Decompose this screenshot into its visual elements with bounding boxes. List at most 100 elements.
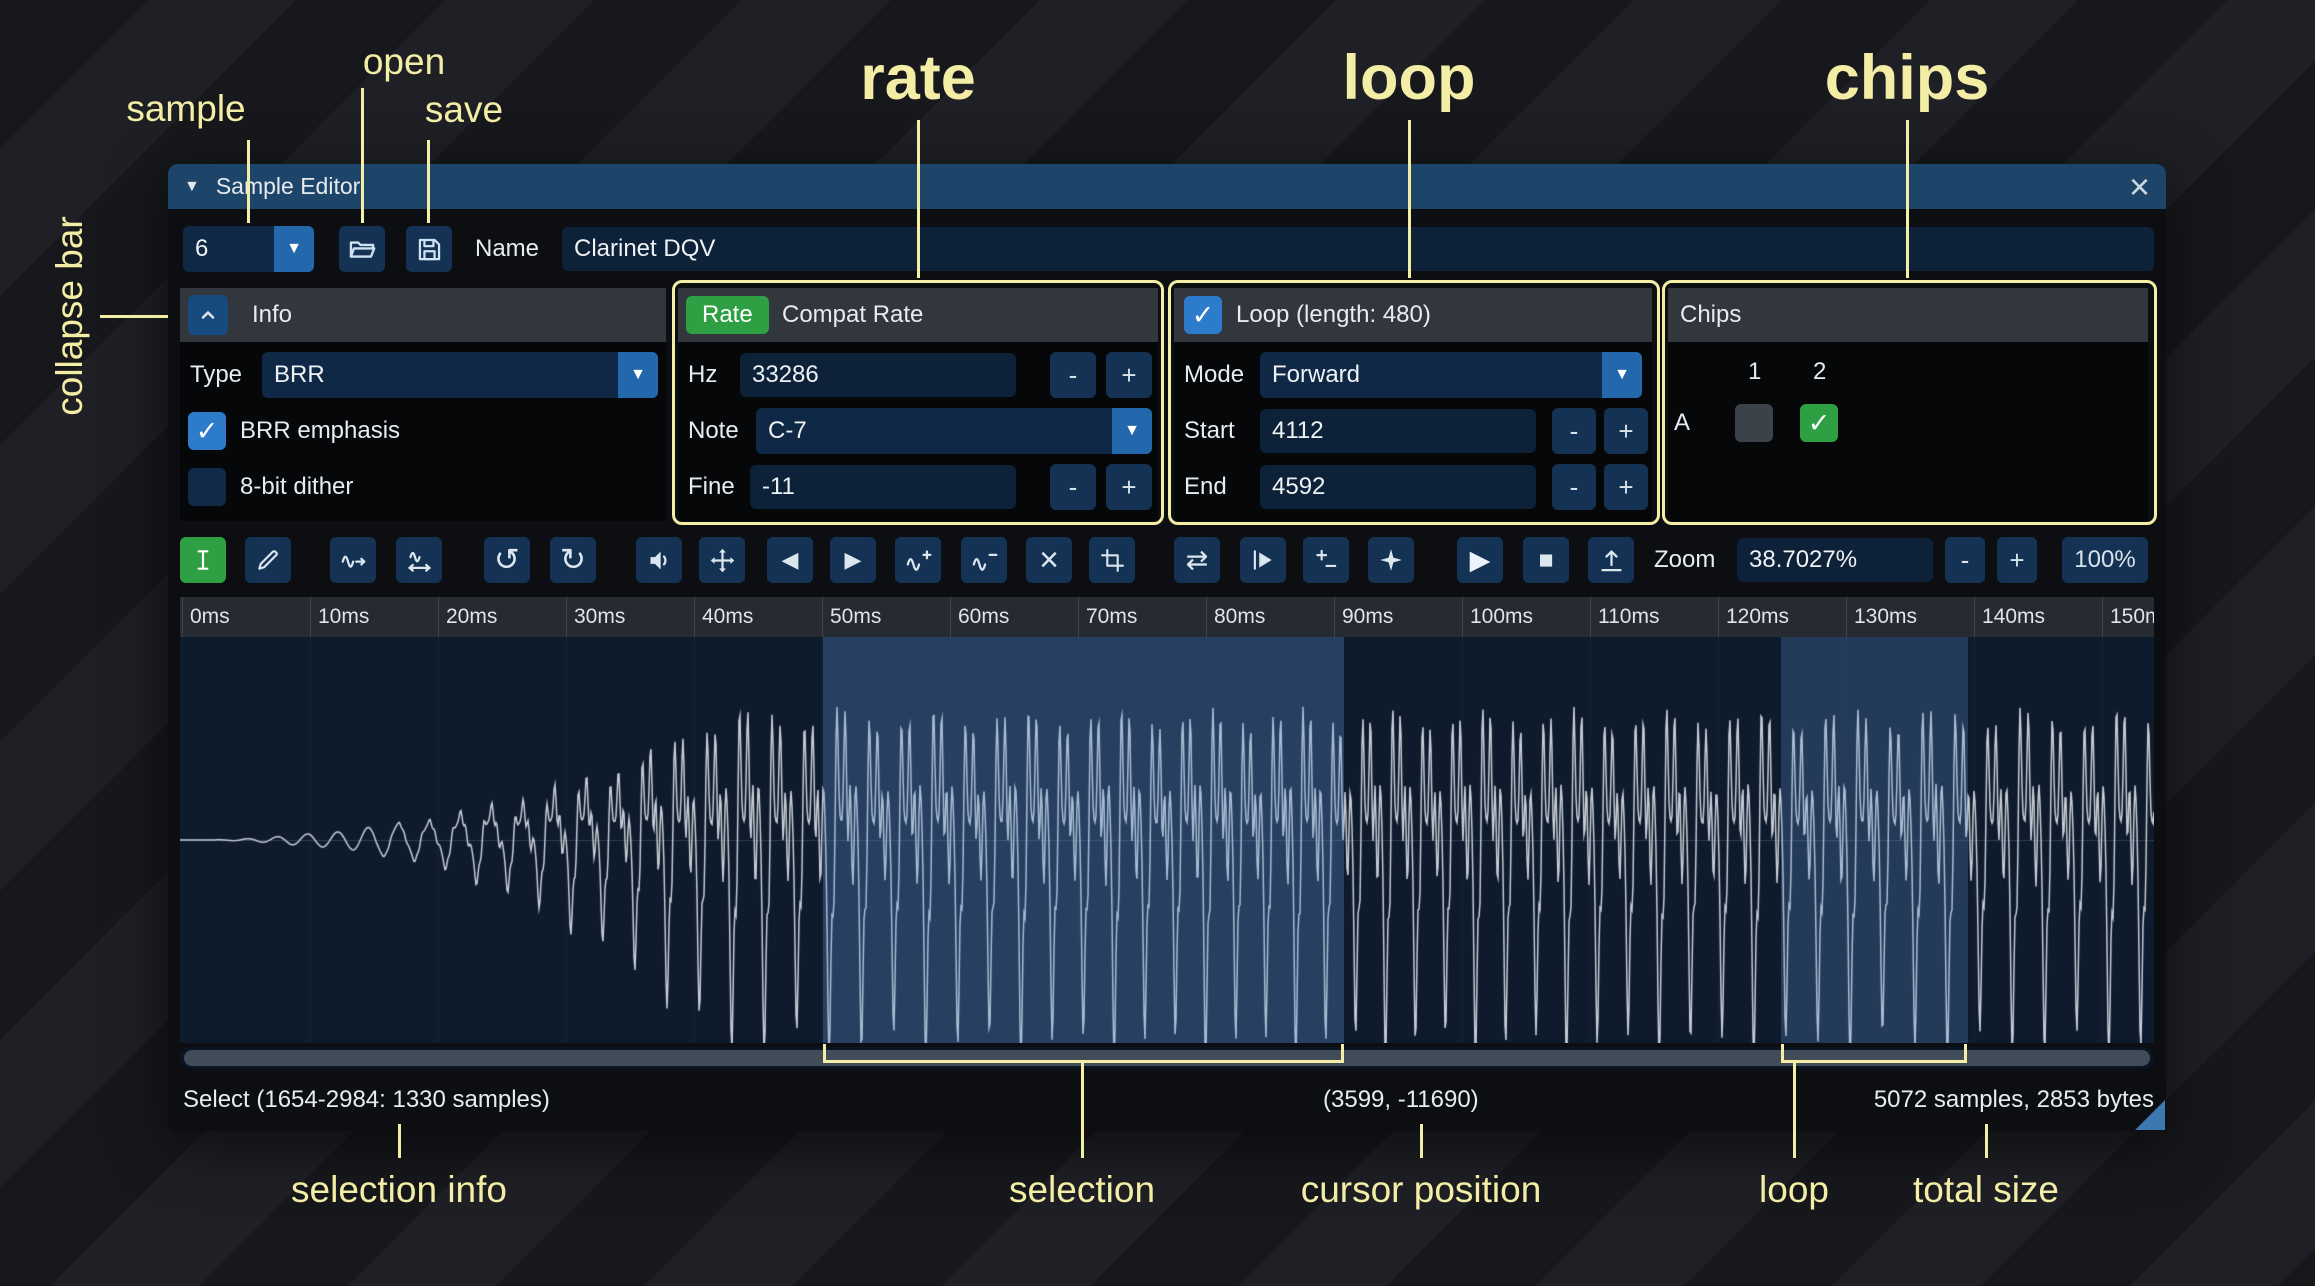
play-forward-button[interactable]: ▶ [830,537,876,583]
titlebar[interactable]: ▼ Sample Editor × [168,164,2166,209]
annotation-line-selection-info [398,1124,401,1158]
insert-silence-button[interactable] [895,537,941,583]
save-button[interactable] [406,226,452,272]
note-select[interactable]: C-7 ▼ [756,408,1152,454]
ruler-label: 60ms [958,605,1009,629]
annotation-line-collapse-bar [100,315,168,318]
zoom-out-button[interactable]: - [1945,537,1985,583]
name-input[interactable]: Clarinet DQV [562,227,2154,271]
hz-plus-button[interactable]: + [1106,352,1152,398]
preview-selection-button[interactable] [1240,537,1286,583]
delete-icon: × [1039,541,1059,580]
chevron-down-icon[interactable]: ▼ [1602,352,1642,398]
redo-button[interactable]: ↻ [550,537,596,583]
sample-selector-value: 6 [183,235,274,263]
chips-header-label: Chips [1680,288,1741,342]
play-bar-icon [1250,547,1276,573]
annotation-total-size: total size [1913,1169,2059,1211]
ruler-tick [1846,597,1847,637]
sample-selector[interactable]: 6 ▼ [183,226,314,272]
loop-start-plus-button[interactable]: + [1604,408,1648,454]
loop-end-input[interactable]: 4592 [1260,465,1536,509]
resize-button[interactable] [330,537,376,583]
dither-checkbox[interactable]: ✓ [188,468,226,506]
time-ruler[interactable]: 0ms10ms20ms30ms40ms50ms60ms70ms80ms90ms1… [180,597,2154,637]
loop-end-plus-button[interactable]: + [1604,464,1648,510]
chevron-up-icon [196,303,220,327]
type-select[interactable]: BRR ▼ [262,352,658,398]
info-section: Info Type BRR ▼ ✓ BRR emphasis ✓ 8-bit d… [180,288,666,521]
select-mode-button[interactable] [180,537,226,583]
rate-section: Rate Compat Rate Hz 33286 - + Note C-7 ▼… [678,288,1158,521]
draw-mode-button[interactable] [245,537,291,583]
hz-input[interactable]: 33286 [740,353,1016,397]
upload-button[interactable] [1588,537,1634,583]
loop-start-minus-button[interactable]: - [1552,408,1596,454]
waveform-scrollbar[interactable] [180,1047,2154,1069]
signed-toggle-button[interactable] [1303,537,1349,583]
collapse-button[interactable] [188,295,228,335]
chevron-down-icon[interactable]: ▼ [274,226,314,272]
annotation-line-rate [917,120,920,278]
zoom-value: 38.7027% [1749,546,1857,574]
fine-minus-button[interactable]: - [1050,464,1096,510]
play-backward-button[interactable]: ◀ [767,537,813,583]
stop-button[interactable]: ■ [1523,537,1569,583]
minus-icon: - [1069,360,1078,391]
chip-a1-checkbox[interactable]: ✓ [1735,404,1773,442]
name-value: Clarinet DQV [574,235,715,263]
annotation-line-chips [1906,120,1909,278]
amplify-button[interactable] [636,537,682,583]
waveform-area[interactable] [180,637,2154,1043]
redo-icon: ↻ [560,542,586,578]
crop-icon [1100,548,1125,573]
info-header[interactable]: Info [180,288,666,342]
ruler-label: 0ms [190,605,230,629]
rate-button[interactable]: Rate [686,296,769,334]
loop-enable-checkbox[interactable]: ✓ [1184,296,1222,334]
forward-icon: ▶ [845,547,862,573]
collapse-triangle-icon[interactable]: ▼ [184,178,200,196]
zoom-input[interactable]: 38.7027% [1737,538,1933,582]
annotation-line-selection [1081,1062,1084,1158]
fine-input[interactable]: -11 [750,465,1016,509]
loop-start-input[interactable]: 4112 [1260,409,1536,453]
brr-emphasis-checkbox[interactable]: ✓ [188,412,226,450]
delete-button[interactable]: × [1026,537,1072,583]
zoom-reset-button[interactable]: 100% [2062,537,2148,583]
chevron-down-icon[interactable]: ▼ [618,352,658,398]
wave-fit-icon [406,547,433,574]
ruler-tick [1462,597,1463,637]
chip-a2-checkbox[interactable]: ✓ [1800,404,1838,442]
ruler-label: 80ms [1214,605,1265,629]
create-wavetable-button[interactable] [1368,537,1414,583]
plus-icon: + [1121,472,1136,503]
play-button[interactable]: ▶ [1457,537,1503,583]
loop-region[interactable] [1781,637,1968,1043]
type-value: BRR [262,361,618,389]
normalize-button[interactable] [699,537,745,583]
close-icon[interactable]: × [2129,169,2150,205]
open-button[interactable] [339,226,385,272]
chevron-down-icon[interactable]: ▼ [1112,408,1152,454]
annotation-cursor-position: cursor position [1301,1169,1542,1211]
hz-minus-button[interactable]: - [1050,352,1096,398]
resample-button[interactable] [396,537,442,583]
ruler-tick [1718,597,1719,637]
zoom-in-button[interactable]: + [1997,537,2037,583]
ruler-tick [310,597,311,637]
apply-silence-button[interactable] [961,537,1007,583]
loop-end-minus-button[interactable]: - [1552,464,1596,510]
check-icon: ✓ [196,418,219,445]
ruler-label: 140ms [1982,605,2045,629]
selection-region[interactable] [823,637,1344,1043]
fine-plus-button[interactable]: + [1106,464,1152,510]
mode-select[interactable]: Forward ▼ [1260,352,1642,398]
resize-grip[interactable] [2135,1100,2165,1130]
chip-column-2: 2 [1813,352,1826,392]
plus-icon: + [1618,416,1633,447]
trim-button[interactable] [1089,537,1135,583]
undo-button[interactable]: ↺ [484,537,530,583]
scrollbar-thumb[interactable] [184,1050,2150,1066]
reverse-button[interactable]: ⇄ [1174,537,1220,583]
